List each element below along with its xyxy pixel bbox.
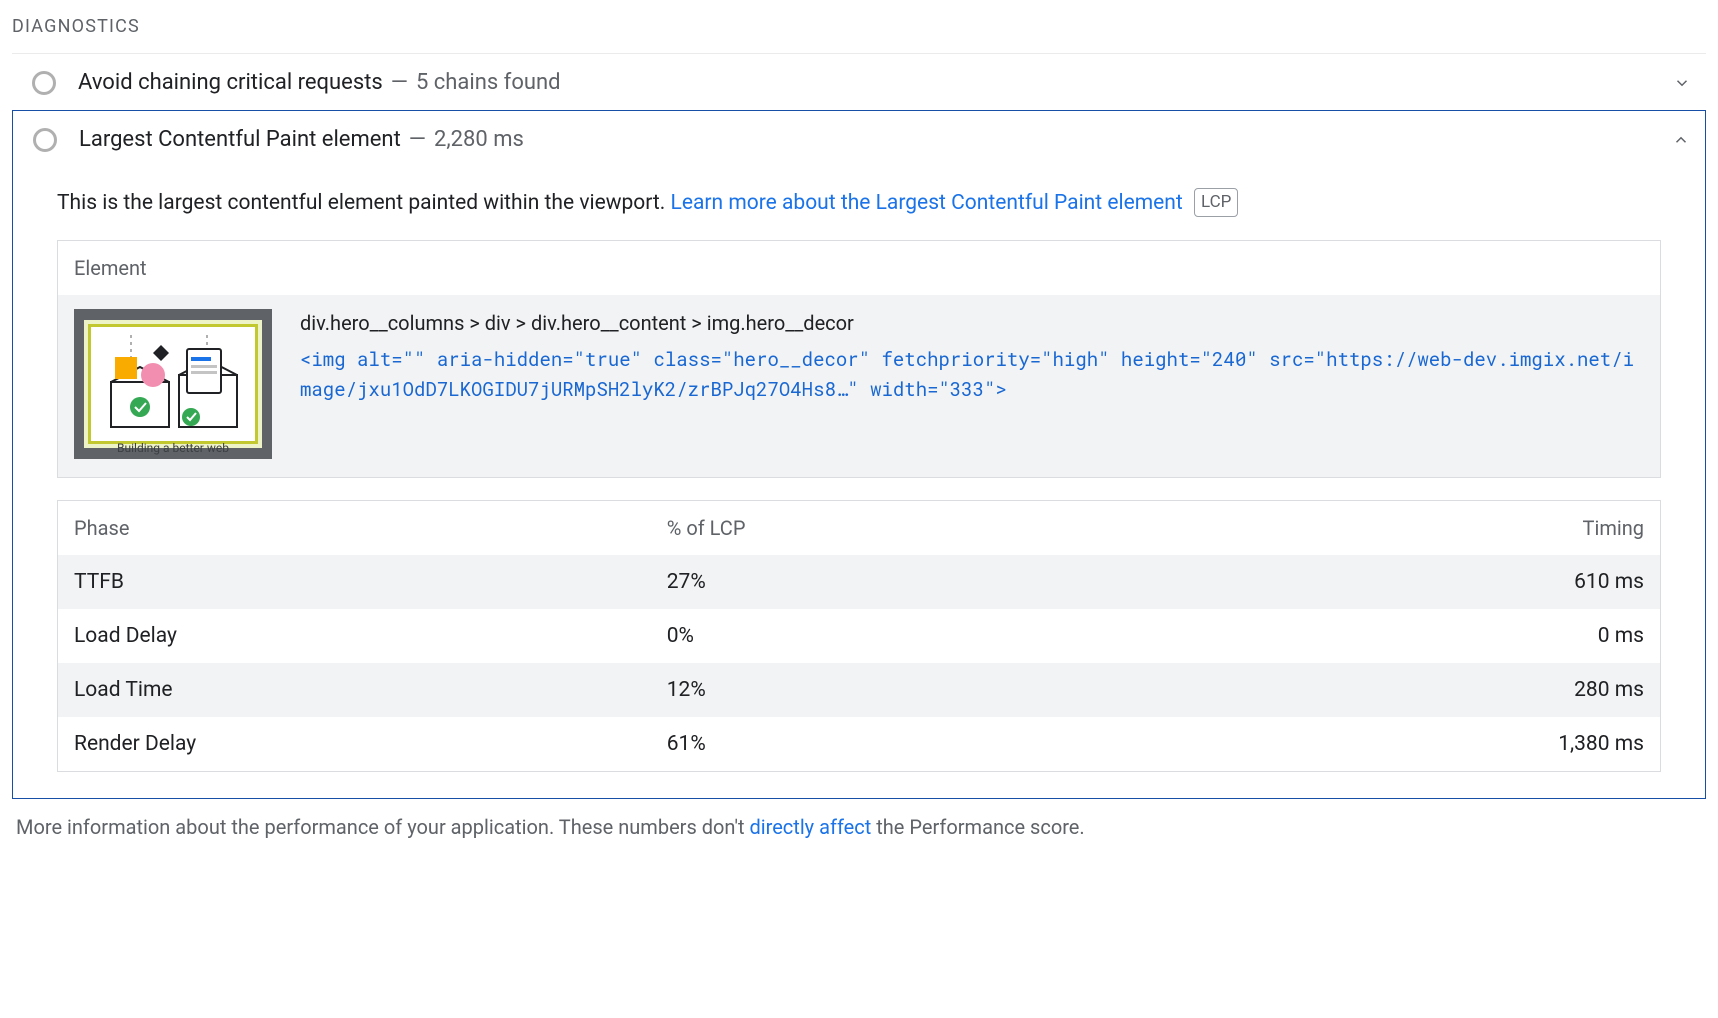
phase-pct: 0% xyxy=(651,609,1244,663)
phase-timing: 610 ms xyxy=(1243,555,1660,609)
phase-pct: 12% xyxy=(651,663,1244,717)
element-column-header: Element xyxy=(58,241,1660,295)
element-thumbnail: Building a better web xyxy=(74,309,272,459)
table-row: Load Time 12% 280 ms xyxy=(58,663,1660,717)
phase-table: Phase % of LCP Timing TTFB 27% 610 ms Lo… xyxy=(57,500,1661,772)
footnote-text: More information about the performance o… xyxy=(16,815,749,839)
audit-meta: 2,280 ms xyxy=(434,127,524,152)
col-phase: Phase xyxy=(58,501,651,555)
separator: — xyxy=(409,127,426,152)
thumbnail-caption: Building a better web xyxy=(74,441,272,455)
audit-description: This is the largest contentful element p… xyxy=(13,168,1705,226)
element-selector: div.hero__columns > div > div.hero__cont… xyxy=(300,311,1644,335)
phase-name: Load Time xyxy=(58,663,651,717)
phase-name: TTFB xyxy=(58,555,651,609)
chevron-up-icon[interactable] xyxy=(1669,128,1693,152)
informative-icon xyxy=(32,71,56,95)
col-pct: % of LCP xyxy=(651,501,1244,555)
table-row: Render Delay 61% 1,380 ms xyxy=(58,717,1660,771)
directly-affect-link[interactable]: directly affect xyxy=(749,815,871,839)
audit-title: Largest Contentful Paint element xyxy=(79,127,401,152)
informative-icon xyxy=(33,128,57,152)
description-text: This is the largest contentful element p… xyxy=(57,191,671,215)
element-html-snippet: <img alt="" aria-hidden="true" class="he… xyxy=(300,345,1644,404)
audit-title: Avoid chaining critical requests xyxy=(78,70,383,95)
col-timing: Timing xyxy=(1243,501,1660,555)
audit-row-critical-chains: Avoid chaining critical requests — 5 cha… xyxy=(12,53,1706,111)
element-table: Element xyxy=(57,240,1661,478)
table-row: Load Delay 0% 0 ms xyxy=(58,609,1660,663)
audit-meta: 5 chains found xyxy=(416,70,561,95)
chevron-down-icon[interactable] xyxy=(1670,71,1694,95)
audit-header[interactable]: Avoid chaining critical requests — 5 cha… xyxy=(12,54,1706,111)
phase-timing: 0 ms xyxy=(1243,609,1660,663)
phase-pct: 61% xyxy=(651,717,1244,771)
phase-name: Load Delay xyxy=(58,609,651,663)
phase-timing: 1,380 ms xyxy=(1243,717,1660,771)
audit-row-lcp-element: Largest Contentful Paint element — 2,280… xyxy=(12,110,1706,799)
learn-more-link[interactable]: Learn more about the Largest Contentful … xyxy=(671,191,1183,215)
audit-header[interactable]: Largest Contentful Paint element — 2,280… xyxy=(13,111,1705,168)
phase-name: Render Delay xyxy=(58,717,651,771)
section-label: DIAGNOSTICS xyxy=(12,16,1706,37)
table-row: TTFB 27% 610 ms xyxy=(58,555,1660,609)
diagnostics-footnote: More information about the performance o… xyxy=(12,799,1706,843)
phase-pct: 27% xyxy=(651,555,1244,609)
metric-badge: LCP xyxy=(1194,188,1238,217)
footnote-text: the Performance score. xyxy=(871,815,1084,839)
separator: — xyxy=(391,70,408,95)
phase-timing: 280 ms xyxy=(1243,663,1660,717)
